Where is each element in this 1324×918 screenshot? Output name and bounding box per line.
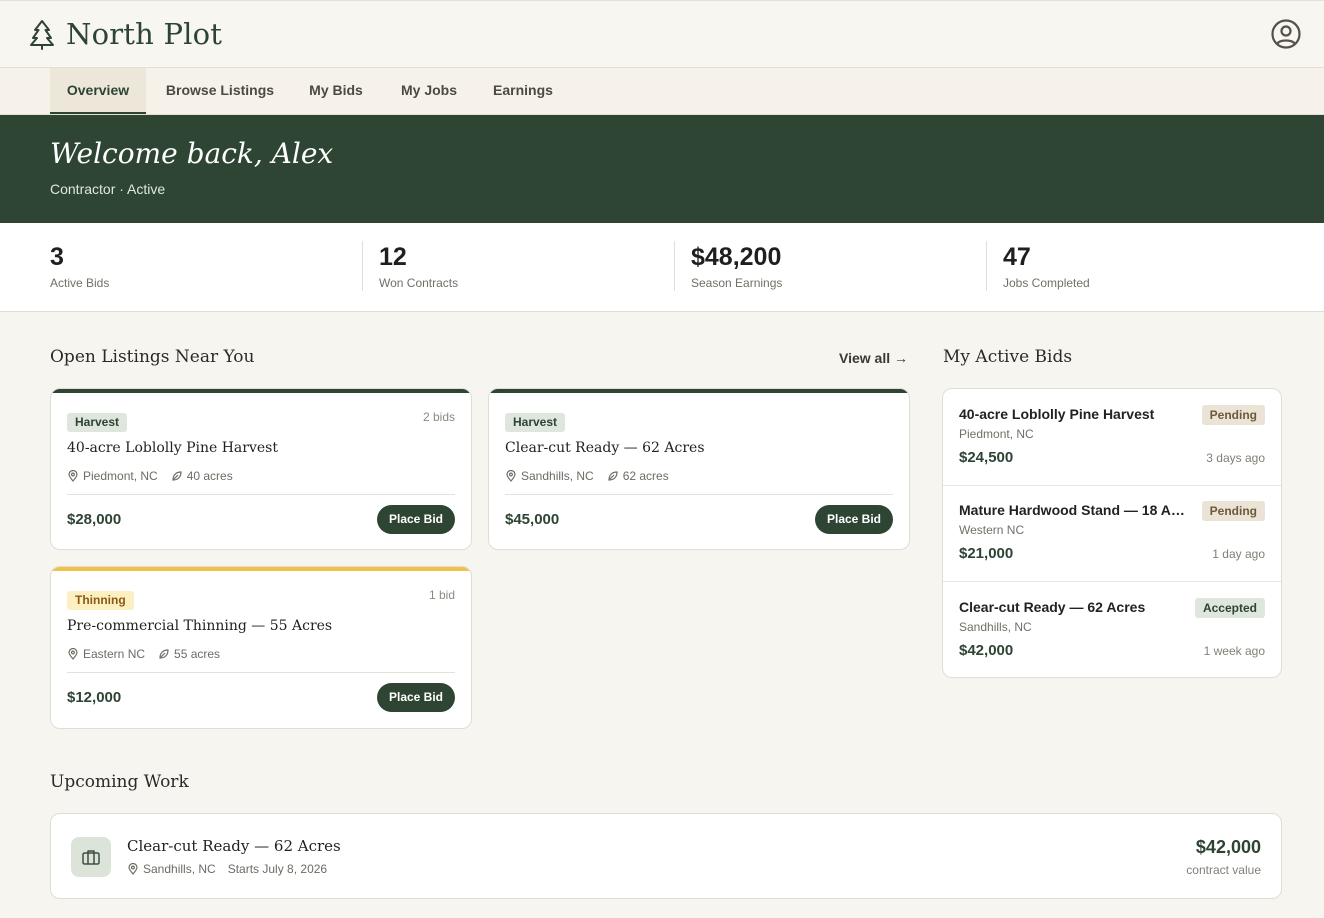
job-location: Sandhills, NC xyxy=(143,862,216,876)
map-pin-icon xyxy=(68,648,78,660)
contract-value-label: contract value xyxy=(1186,863,1261,877)
bid-location: Piedmont, NC xyxy=(959,427,1034,441)
stat-value: $48,200 xyxy=(691,243,782,271)
bid-row[interactable]: 40-acre Loblolly Pine Harvest Pending Pi… xyxy=(943,389,1281,486)
bid-count: 1 bid xyxy=(428,588,455,602)
welcome-banner: Welcome back, Alex Contractor · Active xyxy=(0,115,1324,223)
leaf-icon xyxy=(608,471,618,481)
job-title: Clear-cut Ready — 62 Acres xyxy=(127,837,341,855)
listing-card[interactable]: Harvest Clear-cut Ready — 62 Acres Sandh… xyxy=(488,388,910,550)
top-bar: North Plot xyxy=(0,0,1324,68)
category-tag: Harvest xyxy=(505,413,566,432)
app-name: North Plot xyxy=(66,17,223,51)
active-bids-section-title: My Active Bids xyxy=(943,347,1073,367)
stat-value: 3 xyxy=(50,243,64,271)
status-badge: Pending xyxy=(1201,405,1265,425)
listing-card[interactable]: Harvest 2 bids 40-acre Loblolly Pine Har… xyxy=(50,388,472,550)
status-badge: Accepted xyxy=(1194,598,1265,618)
stat-divider xyxy=(674,241,675,291)
tab-browse-listings[interactable]: Browse Listings xyxy=(156,68,284,114)
leaf-icon xyxy=(172,471,182,481)
tab-my-jobs[interactable]: My Jobs xyxy=(388,68,470,114)
listing-price: $28,000 xyxy=(67,511,122,528)
listing-acres: 40 acres xyxy=(186,469,233,483)
view-all-link[interactable]: View all → xyxy=(839,350,908,366)
category-tag: Harvest xyxy=(67,413,128,432)
category-strip xyxy=(51,389,471,393)
stat-label: Active Bids xyxy=(50,276,110,290)
listing-title: Pre-commercial Thinning — 55 Acres xyxy=(67,618,333,634)
map-pin-icon xyxy=(506,470,516,482)
listing-price: $12,000 xyxy=(67,689,122,706)
listing-location: Piedmont, NC xyxy=(83,469,158,483)
bid-title: Clear-cut Ready — 62 Acres xyxy=(959,599,1146,615)
main-nav: Overview Browse Listings My Bids My Jobs… xyxy=(0,68,1324,115)
bid-location: Western NC xyxy=(959,523,1025,537)
bid-time: 3 days ago xyxy=(1206,451,1265,465)
bid-title: 40-acre Loblolly Pine Harvest xyxy=(959,406,1155,422)
category-tag: Thinning xyxy=(67,591,134,610)
stats-bar: 3 Active Bids 12 Won Contracts $48,200 S… xyxy=(0,223,1324,312)
bid-title: Mature Hardwood Stand — 18 Acres xyxy=(959,502,1191,518)
map-pin-icon xyxy=(128,863,138,875)
account-status: Contractor · Active xyxy=(50,181,166,197)
stat-label: Jobs Completed xyxy=(1003,276,1090,290)
bid-time: 1 week ago xyxy=(1203,644,1265,658)
place-bid-button[interactable]: Place Bid xyxy=(377,505,455,534)
bid-count: 2 bids xyxy=(422,410,455,424)
tab-earnings[interactable]: Earnings xyxy=(483,68,563,114)
place-bid-button[interactable]: Place Bid xyxy=(815,505,893,534)
job-icon-tile xyxy=(71,837,111,877)
listing-title: 40-acre Loblolly Pine Harvest xyxy=(67,440,278,456)
stat-value: 12 xyxy=(379,243,407,271)
category-strip xyxy=(489,389,909,393)
tab-my-bids[interactable]: My Bids xyxy=(298,68,374,114)
stat-label: Won Contracts xyxy=(379,276,459,290)
listing-meta: Piedmont, NC 40 acres xyxy=(67,469,233,483)
brand-logo[interactable]: North Plot xyxy=(28,17,222,51)
listing-card[interactable]: Thinning 1 bid Pre-commercial Thinning —… xyxy=(50,566,472,729)
stat-divider xyxy=(986,241,987,291)
listings-section-title: Open Listings Near You xyxy=(50,347,255,367)
bid-amount: $24,500 xyxy=(959,449,1014,466)
listing-acres: 62 acres xyxy=(622,469,669,483)
map-pin-icon xyxy=(68,470,78,482)
stat-divider xyxy=(362,241,363,291)
user-circle-icon[interactable] xyxy=(1270,18,1302,50)
welcome-title: Welcome back, Alex xyxy=(50,137,334,170)
job-meta: Sandhills, NC Starts July 8, 2026 xyxy=(127,862,327,876)
bid-amount: $21,000 xyxy=(959,545,1014,562)
tab-overview[interactable]: Overview xyxy=(50,68,146,114)
upcoming-section-title: Upcoming Work xyxy=(50,772,189,792)
status-badge: Pending xyxy=(1201,501,1265,521)
stat-label: Season Earnings xyxy=(691,276,783,290)
briefcase-icon xyxy=(82,850,100,865)
listing-acres: 55 acres xyxy=(174,647,221,661)
category-strip xyxy=(51,567,471,571)
listing-title: Clear-cut Ready — 62 Acres xyxy=(505,440,705,456)
divider xyxy=(505,494,893,495)
bid-row[interactable]: Clear-cut Ready — 62 Acres Accepted Sand… xyxy=(943,582,1281,677)
listing-location: Sandhills, NC xyxy=(521,469,594,483)
bid-row[interactable]: Mature Hardwood Stand — 18 Acres Pending… xyxy=(943,485,1281,582)
bid-location: Sandhills, NC xyxy=(959,620,1032,634)
bid-amount: $42,000 xyxy=(959,642,1014,659)
leaf-icon xyxy=(159,649,169,659)
stat-value: 47 xyxy=(1003,243,1031,271)
place-bid-button[interactable]: Place Bid xyxy=(377,683,455,712)
contract-value: $42,000 xyxy=(1195,837,1261,857)
listing-price: $45,000 xyxy=(505,511,560,528)
job-start-date: Starts July 8, 2026 xyxy=(227,862,328,876)
listing-meta: Sandhills, NC 62 acres xyxy=(505,469,669,483)
upcoming-job-card[interactable]: Clear-cut Ready — 62 Acres Sandhills, NC… xyxy=(50,813,1282,899)
listing-meta: Eastern NC 55 acres xyxy=(67,647,220,661)
divider xyxy=(67,494,455,495)
pine-tree-icon xyxy=(30,20,54,50)
divider xyxy=(67,672,455,673)
listing-location: Eastern NC xyxy=(83,647,146,661)
bid-time: 1 day ago xyxy=(1212,547,1265,561)
active-bids-list: 40-acre Loblolly Pine Harvest Pending Pi… xyxy=(942,388,1282,678)
